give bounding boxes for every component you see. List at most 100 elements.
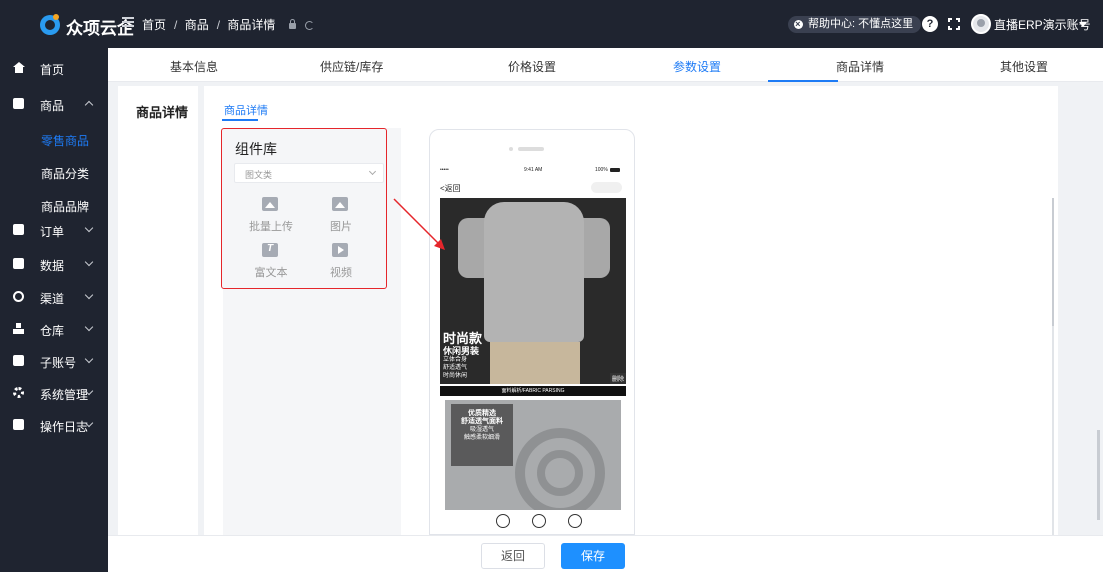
sidebar-item-system[interactable]: 系统管理 [0,377,108,409]
sidebar-subitem-category[interactable]: 商品分类 [0,156,108,188]
sidebar-item-subaccount[interactable]: 子账号 [0,345,108,377]
promo-sub: 休闲男装 [443,346,480,356]
library-category-select[interactable]: 图文类 [234,163,384,183]
tool-label: 图片 [330,221,352,233]
upload-image-icon [262,197,278,211]
tab-other[interactable]: 其他设置 [1000,58,1048,75]
sidebar-item-label: 订单 [40,225,65,239]
app-root: 众项云企 首页/ 商品/ 商品详情 帮助中心: 不懂点这里 ? 直播ERP演示账… [0,0,1103,572]
avatar[interactable] [971,14,991,34]
data-icon [13,258,24,269]
sidebar-item-log[interactable]: 操作日志 [0,409,108,441]
fabric-bar: 面料解析/FABRIC PARSING [440,386,626,396]
fabric-card: 优质精选 舒适透气面料 吸湿透气 触感柔软细滑 [451,404,513,466]
component-library: 组件库 图文类 批量上传 图片 富文本 视频 [221,128,387,289]
menu-toggle-icon[interactable] [122,17,134,27]
phone-bottom-icons [496,514,596,530]
tab-basic-info[interactable]: 基本信息 [170,58,218,75]
sidebar-subitem-retail[interactable]: 零售商品 [0,123,108,155]
phone-back: <返回 [440,184,461,193]
tool-label: 批量上传 [249,221,293,233]
subaccount-icon [13,355,24,366]
tool-label: 视频 [330,267,352,279]
breadcrumb-product[interactable]: 商品 [185,18,209,32]
tab-price[interactable]: 价格设置 [508,58,556,75]
sidebar-item-data[interactable]: 数据 [0,248,108,280]
sidebar-item-product[interactable]: 商品 [0,88,108,120]
sidebar-item-label: 子账号 [40,356,77,370]
image-icon [332,197,348,211]
column-divider [198,86,204,535]
phone-speaker [518,147,544,151]
sidebar-subitem-label: 零售商品 [41,134,90,148]
save-button[interactable]: 保存 [561,543,625,569]
sidebar-item-label: 仓库 [40,324,65,338]
video-icon [332,243,348,257]
promo-point: 立体合身 [443,357,468,363]
shield-icon [568,514,582,528]
card-point: 触感柔软细滑 [463,435,500,441]
sidebar-item-label: 渠道 [40,292,65,306]
phone-signal: ••••• [440,167,449,173]
tool-label: 富文本 [254,267,288,279]
account-name[interactable]: 直播ERP演示账号 [994,16,1091,33]
sidebar-item-channel[interactable]: 渠道 [0,281,108,313]
gear-icon [13,387,24,398]
tab-params[interactable]: 参数设置 [673,58,721,75]
chevron-down-icon [84,290,94,300]
sidebar-item-order[interactable]: 订单 [0,214,108,246]
card-title: 优质精选 [468,410,496,417]
card-point: 吸湿透气 [469,427,494,433]
content-scrollbar-thumb[interactable] [1052,198,1054,326]
promo-text: 时尚款 休闲男装 立体合身 舒适透气 时尚休闲 [443,332,482,380]
tool-image[interactable]: 图片 [316,197,366,237]
tool-video[interactable]: 视频 [316,243,366,283]
sidebar-item-label: 商品 [40,99,65,113]
promo-point: 舒适透气 [443,365,468,371]
card-sub: 舒适透气面料 [461,418,503,425]
log-icon [13,419,24,430]
sidebar-item-warehouse[interactable]: 仓库 [0,313,108,345]
chevron-down-icon [84,354,94,364]
text-icon [262,243,278,257]
chevron-up-icon [84,100,94,110]
sidebar: 首页 商品 零售商品 商品分类 商品品牌 订单 数据 渠道 仓库 子账号 系统管… [0,48,108,572]
phone-battery-text: 100% [595,167,608,173]
subtab-detail[interactable]: 商品详情 [224,102,268,118]
footer-bar: 返回 保存 [108,535,1103,572]
tab-detail[interactable]: 商品详情 [836,58,884,75]
tab-supply-chain[interactable]: 供应链/库存 [320,58,383,75]
logo-icon [40,14,60,35]
breadcrumb-home[interactable]: 首页 [142,18,166,32]
phone-time: 9:41 AM [524,167,543,173]
back-button[interactable]: 返回 [481,543,545,569]
lock-icon[interactable] [288,18,296,29]
section-title: 商品详情 [136,105,189,120]
battery-icon [610,168,620,172]
sidebar-item-label: 系统管理 [40,388,89,402]
refresh-icon[interactable] [305,21,315,31]
sidebar-item-label: 操作日志 [40,420,89,434]
promo-title: 时尚款 [443,331,483,346]
order-icon [13,224,24,235]
fabric-image[interactable]: 优质精选 舒适透气面料 吸湿透气 触感柔软细滑 [445,400,621,510]
tool-batch-upload[interactable]: 批量上传 [246,197,296,237]
fabric-swirl-inner [537,450,583,496]
subtab-indicator [222,119,258,121]
chevron-down-icon[interactable] [1079,22,1087,27]
breadcrumb-current: 商品详情 [227,18,276,32]
breadcrumb: 首页 / 商品 / 商品详情 [142,16,315,33]
page-scrollbar[interactable] [1097,430,1100,520]
sidebar-item-home[interactable]: 首页 [0,52,108,84]
help-center-link[interactable]: 帮助中心: 不懂点这里 [788,16,922,33]
sidebar-item-label: 数据 [40,259,65,273]
product-image[interactable]: 时尚款 休闲男装 立体合身 舒适透气 时尚休闲 删除 [440,198,626,384]
phone-back-label: 返回 [444,184,461,193]
tool-rich-text[interactable]: 富文本 [246,243,296,283]
question-icon[interactable]: ? [922,16,938,32]
delete-image-button[interactable]: 删除 [609,373,626,384]
phone-camera [509,147,513,151]
fullscreen-icon[interactable] [948,18,960,30]
promo-point: 时尚休闲 [443,373,468,379]
content-scrollbar-track[interactable] [1052,326,1054,536]
